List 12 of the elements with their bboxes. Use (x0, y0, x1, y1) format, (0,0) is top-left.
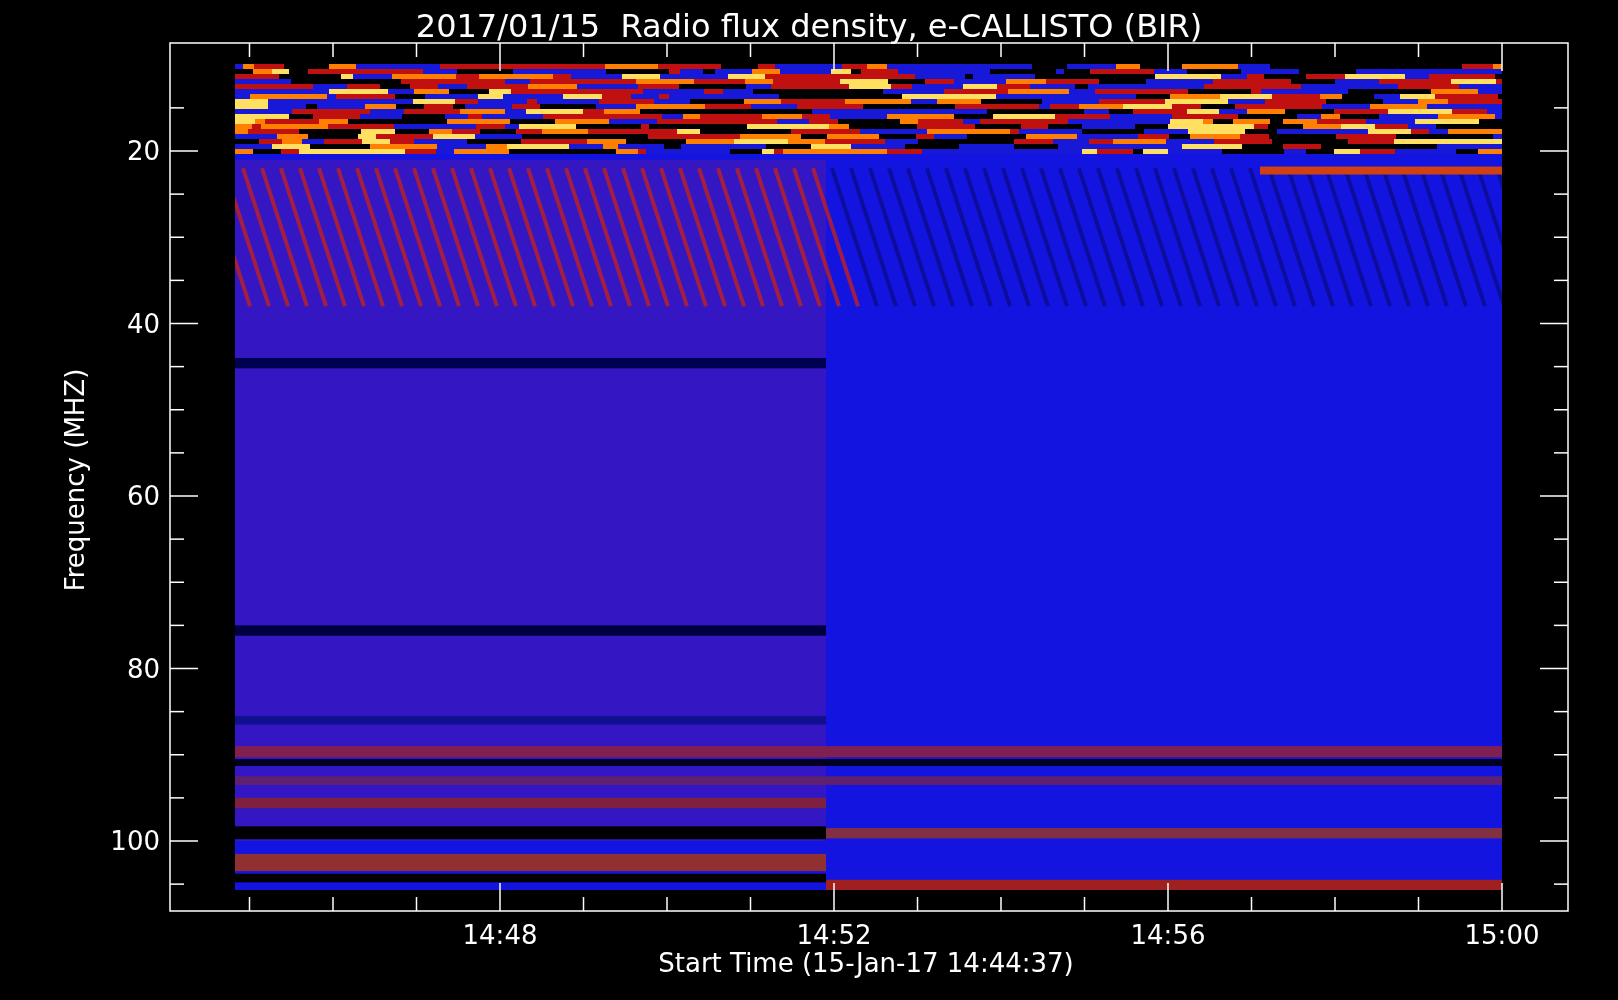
y-tick-label: 40 (125, 310, 160, 337)
y-tick-label: 60 (125, 483, 160, 509)
x-axis-label: Start Time (15-Jan-17 14:44:37) (657, 950, 1075, 976)
y-axis-label: Frequency (MHZ) (62, 367, 88, 594)
chart-title: 2017/01/15 Radio flux density, e-CALLISTO (BIR) (414, 6, 1204, 47)
x-tick-label: 15:00 (1463, 922, 1541, 948)
x-tick-label: 14:52 (795, 922, 873, 948)
y-tick-label: 20 (125, 138, 160, 164)
x-tick-label: 14:48 (461, 922, 539, 948)
x-tick-label: 14:56 (1129, 922, 1207, 948)
y-tick-label: 80 (125, 655, 160, 682)
y-tick-label: 100 (109, 828, 160, 854)
